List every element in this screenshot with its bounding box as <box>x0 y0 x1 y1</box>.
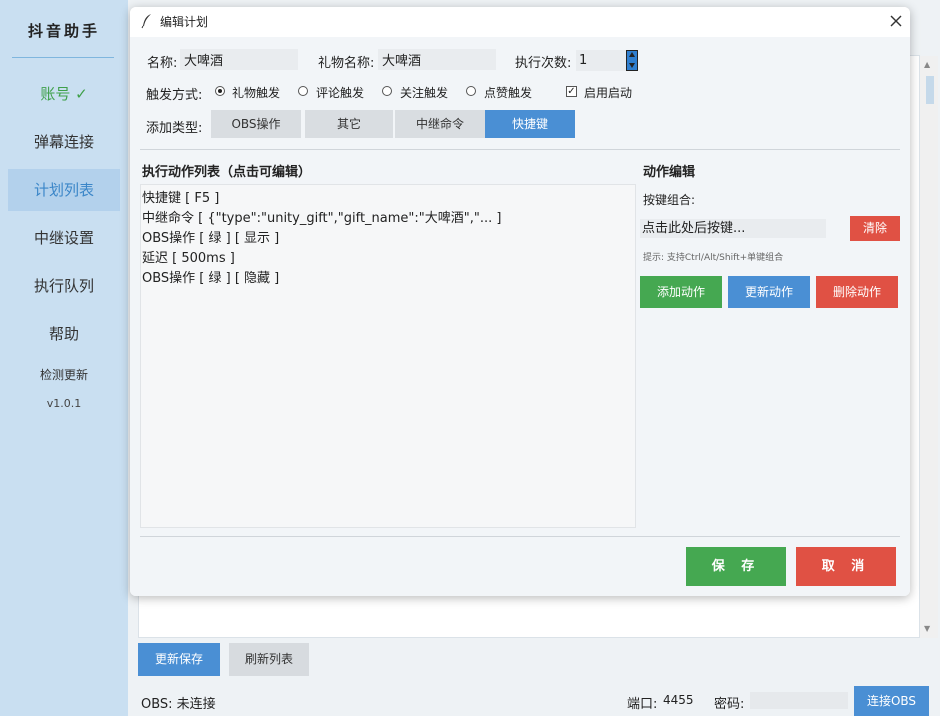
edit-plan-dialog: 编辑计划 名称: 礼物名称: 执行次数: 1 触发方式: 礼物触发 评论触发 关… <box>130 7 910 596</box>
scroll-down-arrow-icon[interactable]: ▼ <box>924 624 930 633</box>
dialog-titlebar[interactable]: 编辑计划 <box>130 7 910 37</box>
exec-count-stepper[interactable] <box>626 50 638 71</box>
bottom-divider <box>140 536 900 537</box>
top-divider <box>140 149 900 150</box>
like-trigger-radio[interactable] <box>466 86 476 96</box>
key-combo-input[interactable]: 点击此处后按键... <box>640 219 826 238</box>
app-title: 抖音助手 <box>27 22 100 40</box>
sidebar-item-account[interactable]: 账号 ✓ <box>8 73 120 115</box>
follow-trigger-label[interactable]: 关注触发 <box>400 84 448 101</box>
port-input[interactable]: 4455 <box>659 691 707 709</box>
action-list: 快捷键 [ F5 ] 中继命令 [ {"type":"unity_gift","… <box>140 184 636 528</box>
hotkey-hint-text: 提示: 支持Ctrl/Alt/Shift+单键组合 <box>643 253 784 263</box>
list-item[interactable]: 中继命令 [ {"type":"unity_gift","gift_name":… <box>142 207 501 226</box>
action-editor-title: 动作编辑 <box>643 165 696 180</box>
update-save-button[interactable]: 更新保存 <box>138 643 220 676</box>
key-combo-label: 按键组合: <box>643 193 696 207</box>
scroll-up-arrow-icon[interactable]: ▲ <box>924 60 930 69</box>
like-trigger-label[interactable]: 点赞触发 <box>484 84 532 101</box>
gift-trigger-radio[interactable] <box>215 86 225 96</box>
add-type-relay-button[interactable]: 中继命令 <box>395 110 485 138</box>
sidebar-item-danmaku-connect[interactable]: 弹幕连接 <box>8 121 120 163</box>
delete-action-button[interactable]: 删除动作 <box>816 276 898 308</box>
dialog-body: 名称: 礼物名称: 执行次数: 1 触发方式: 礼物触发 评论触发 关注触发 点… <box>130 37 910 596</box>
sidebar-divider <box>12 57 114 58</box>
name-label: 名称: <box>147 56 178 71</box>
feather-icon <box>141 14 151 29</box>
add-type-label: 添加类型: <box>146 121 203 136</box>
stepper-up-arrow-icon[interactable] <box>629 52 635 57</box>
status-bar: OBS: 未连接 端口: 4455 密码: 连接OBS <box>128 684 940 716</box>
add-type-obs-button[interactable]: OBS操作 <box>211 110 301 138</box>
main-scrollbar[interactable]: ▲ ▼ <box>920 56 938 638</box>
list-item[interactable]: 延迟 [ 500ms ] <box>142 247 235 266</box>
comment-trigger-radio[interactable] <box>298 86 308 96</box>
gift-name-input[interactable] <box>378 49 496 70</box>
name-input[interactable] <box>180 49 298 70</box>
comment-trigger-label[interactable]: 评论触发 <box>316 84 364 101</box>
version-label: v1.0.1 <box>46 397 82 410</box>
add-type-hotkey-button[interactable]: 快捷键 <box>485 110 575 138</box>
save-button[interactable]: 保 存 <box>686 547 786 586</box>
sidebar-item-plan-list[interactable]: 计划列表 <box>8 169 120 211</box>
gift-name-label: 礼物名称: <box>318 56 375 71</box>
sidebar-item-help[interactable]: 帮助 <box>8 313 120 355</box>
connect-obs-button[interactable]: 连接OBS <box>854 686 929 716</box>
port-label: 端口: <box>627 697 658 712</box>
action-list-title: 执行动作列表（点击可编辑） <box>142 165 312 180</box>
dialog-title: 编辑计划 <box>160 15 209 29</box>
sidebar-item-exec-queue[interactable]: 执行队列 <box>8 265 120 307</box>
close-icon[interactable] <box>887 12 905 30</box>
enable-start-checkbox[interactable]: ✓ <box>566 86 577 97</box>
cancel-button[interactable]: 取 消 <box>796 547 896 586</box>
exec-count-label: 执行次数: <box>515 56 572 71</box>
exec-count-input[interactable]: 1 <box>576 50 628 71</box>
follow-trigger-radio[interactable] <box>382 86 392 96</box>
check-update-link[interactable]: 检测更新 <box>8 363 120 387</box>
list-item[interactable]: OBS操作 [ 绿 ] [ 显示 ] <box>142 227 279 246</box>
sidebar: 抖音助手 账号 ✓ 弹幕连接 计划列表 中继设置 执行队列 帮助 检测更新 v1… <box>0 0 128 716</box>
scrollbar-thumb[interactable] <box>926 76 934 104</box>
enable-start-label[interactable]: 启用启动 <box>584 84 632 101</box>
list-item[interactable]: OBS操作 [ 绿 ] [ 隐藏 ] <box>142 267 279 286</box>
obs-status-text: OBS: 未连接 <box>141 697 216 712</box>
stepper-down-arrow-icon[interactable] <box>629 63 635 68</box>
gift-trigger-label[interactable]: 礼物触发 <box>232 84 280 101</box>
add-action-button[interactable]: 添加动作 <box>640 276 722 308</box>
update-action-button[interactable]: 更新动作 <box>728 276 810 308</box>
sidebar-item-relay-settings[interactable]: 中继设置 <box>8 217 120 259</box>
list-item[interactable]: 快捷键 [ F5 ] <box>142 187 219 206</box>
trigger-label: 触发方式: <box>146 88 203 103</box>
password-input[interactable] <box>750 692 848 709</box>
password-label: 密码: <box>714 697 745 712</box>
refresh-list-button[interactable]: 刷新列表 <box>229 643 309 676</box>
add-type-other-button[interactable]: 其它 <box>305 110 393 138</box>
clear-button[interactable]: 清除 <box>850 216 900 241</box>
